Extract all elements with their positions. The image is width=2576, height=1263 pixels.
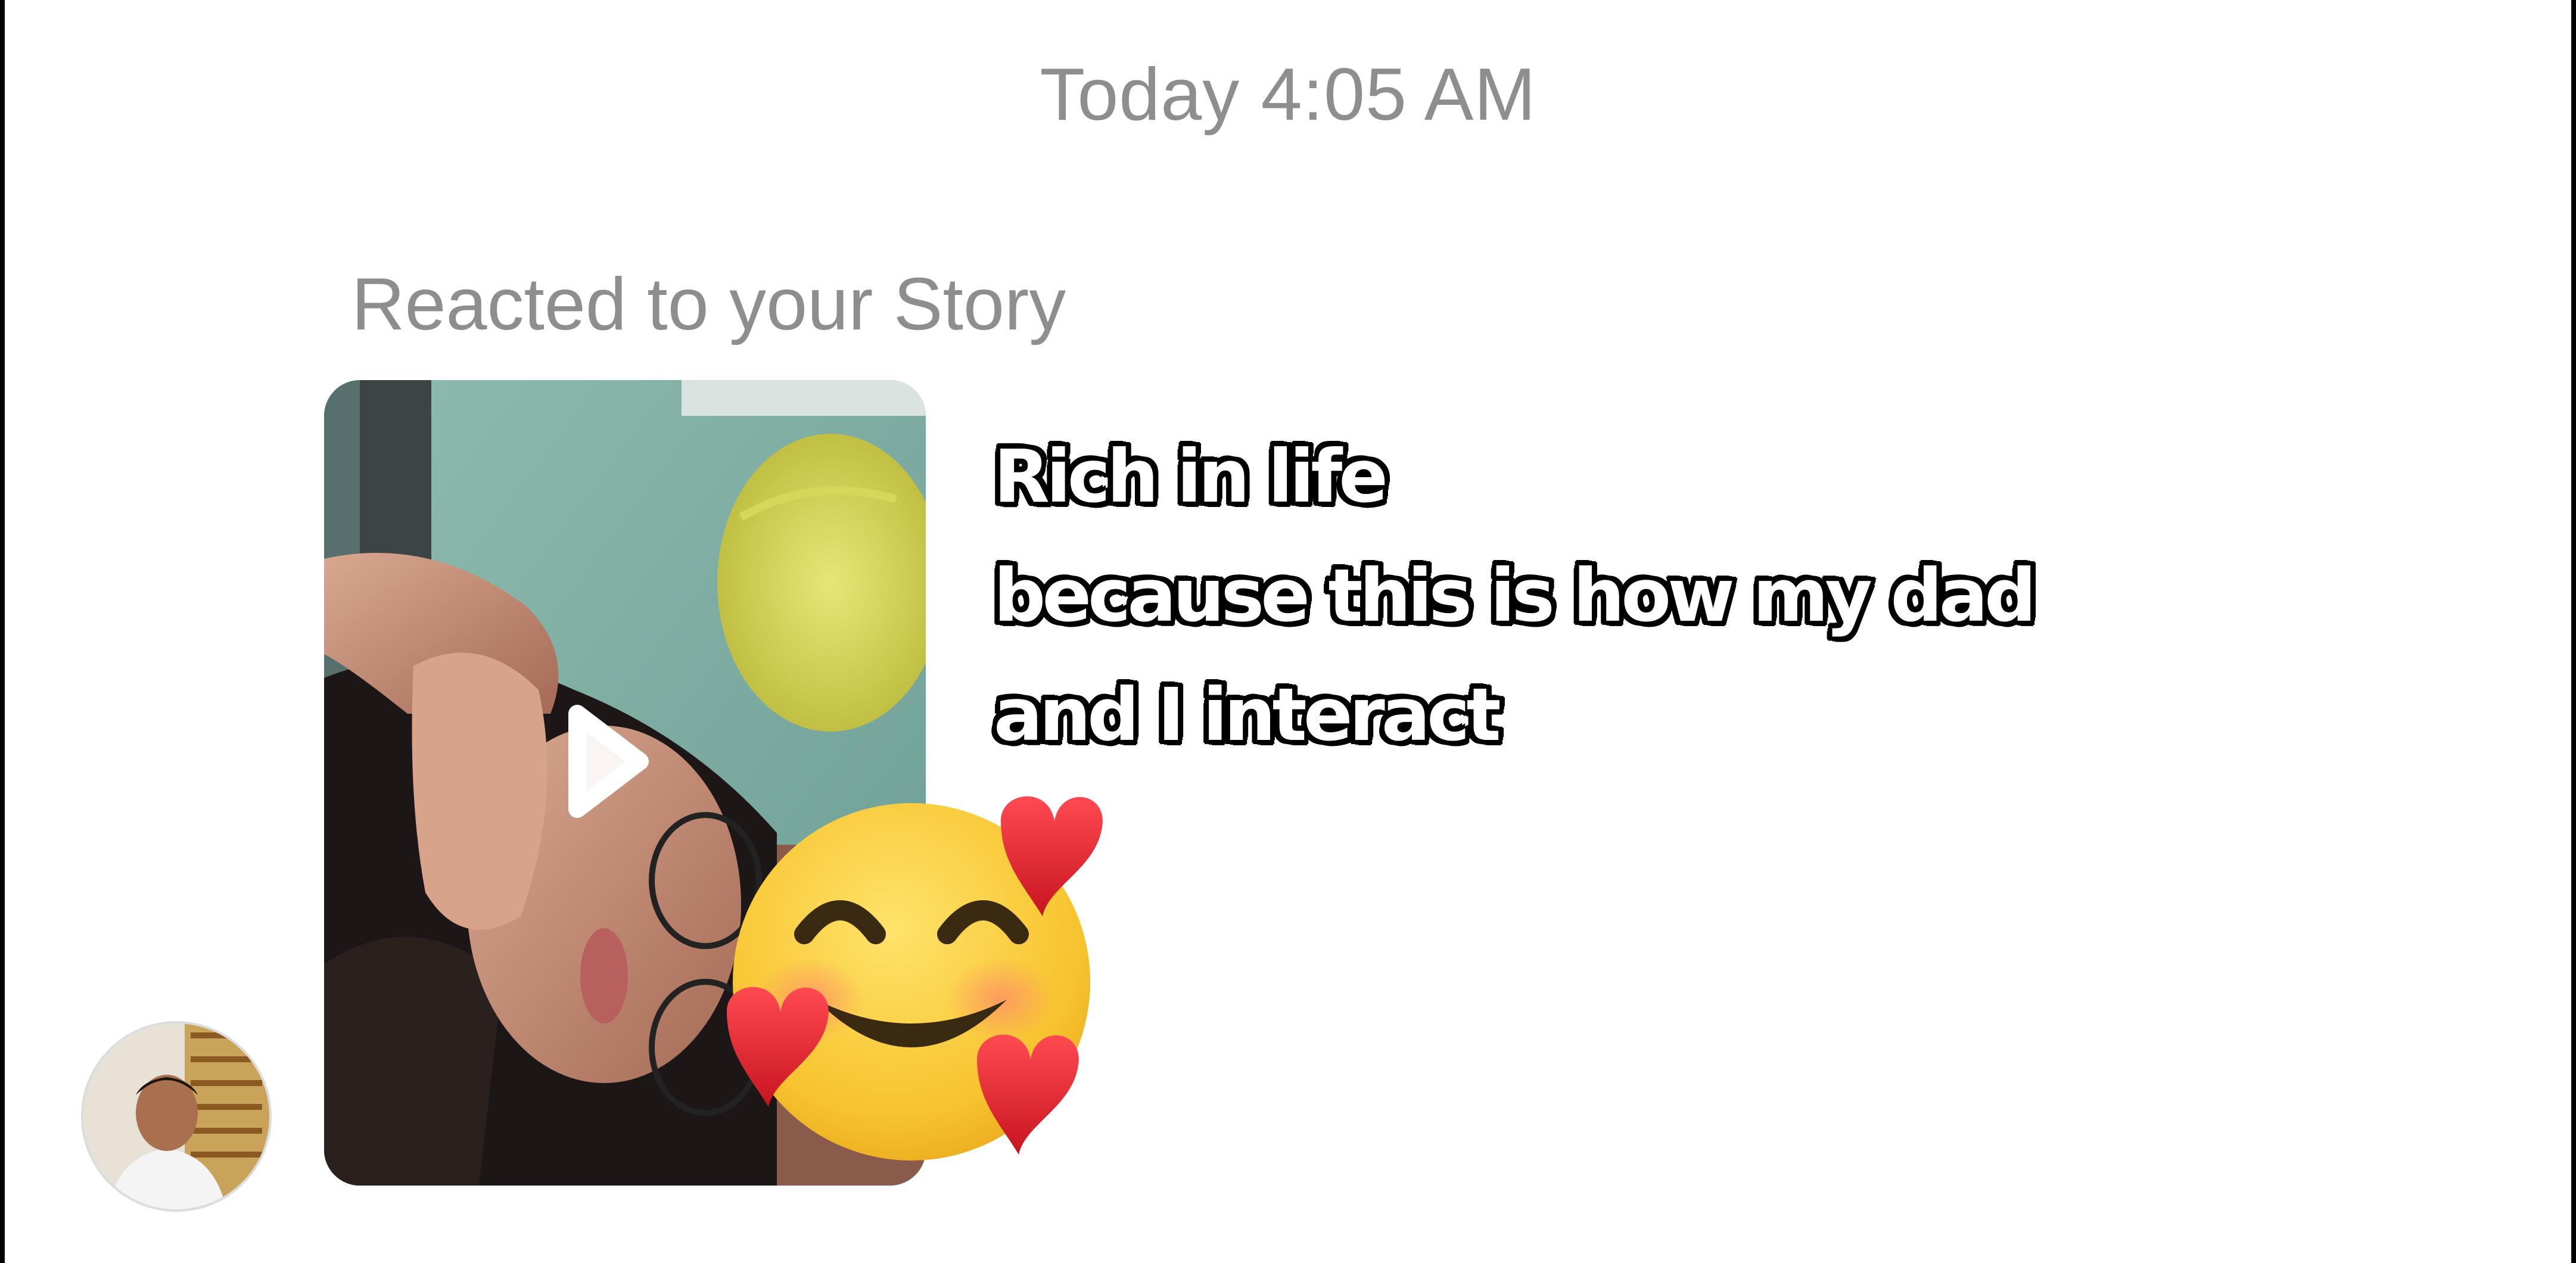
profile-photo bbox=[83, 1024, 269, 1209]
story-caption-line: because this is how my dad bbox=[994, 553, 2036, 638]
smiling-face-with-hearts-icon bbox=[715, 785, 1108, 1178]
sender-avatar[interactable] bbox=[83, 1024, 269, 1209]
left-edge bbox=[0, 0, 5, 1263]
story-caption-line: and I interact bbox=[994, 673, 1501, 757]
chat-thread: Today 4:05 AM Reacted to your Story Rich… bbox=[0, 0, 2576, 1263]
story-reaction-label: Reacted to your Story bbox=[351, 263, 1066, 346]
story-caption-line: Rich in life bbox=[994, 434, 1388, 519]
message-timestamp: Today 4:05 AM bbox=[1040, 54, 1536, 136]
right-edge bbox=[2571, 0, 2576, 1263]
story-caption: Rich in life because this is how my dad … bbox=[994, 417, 2036, 774]
